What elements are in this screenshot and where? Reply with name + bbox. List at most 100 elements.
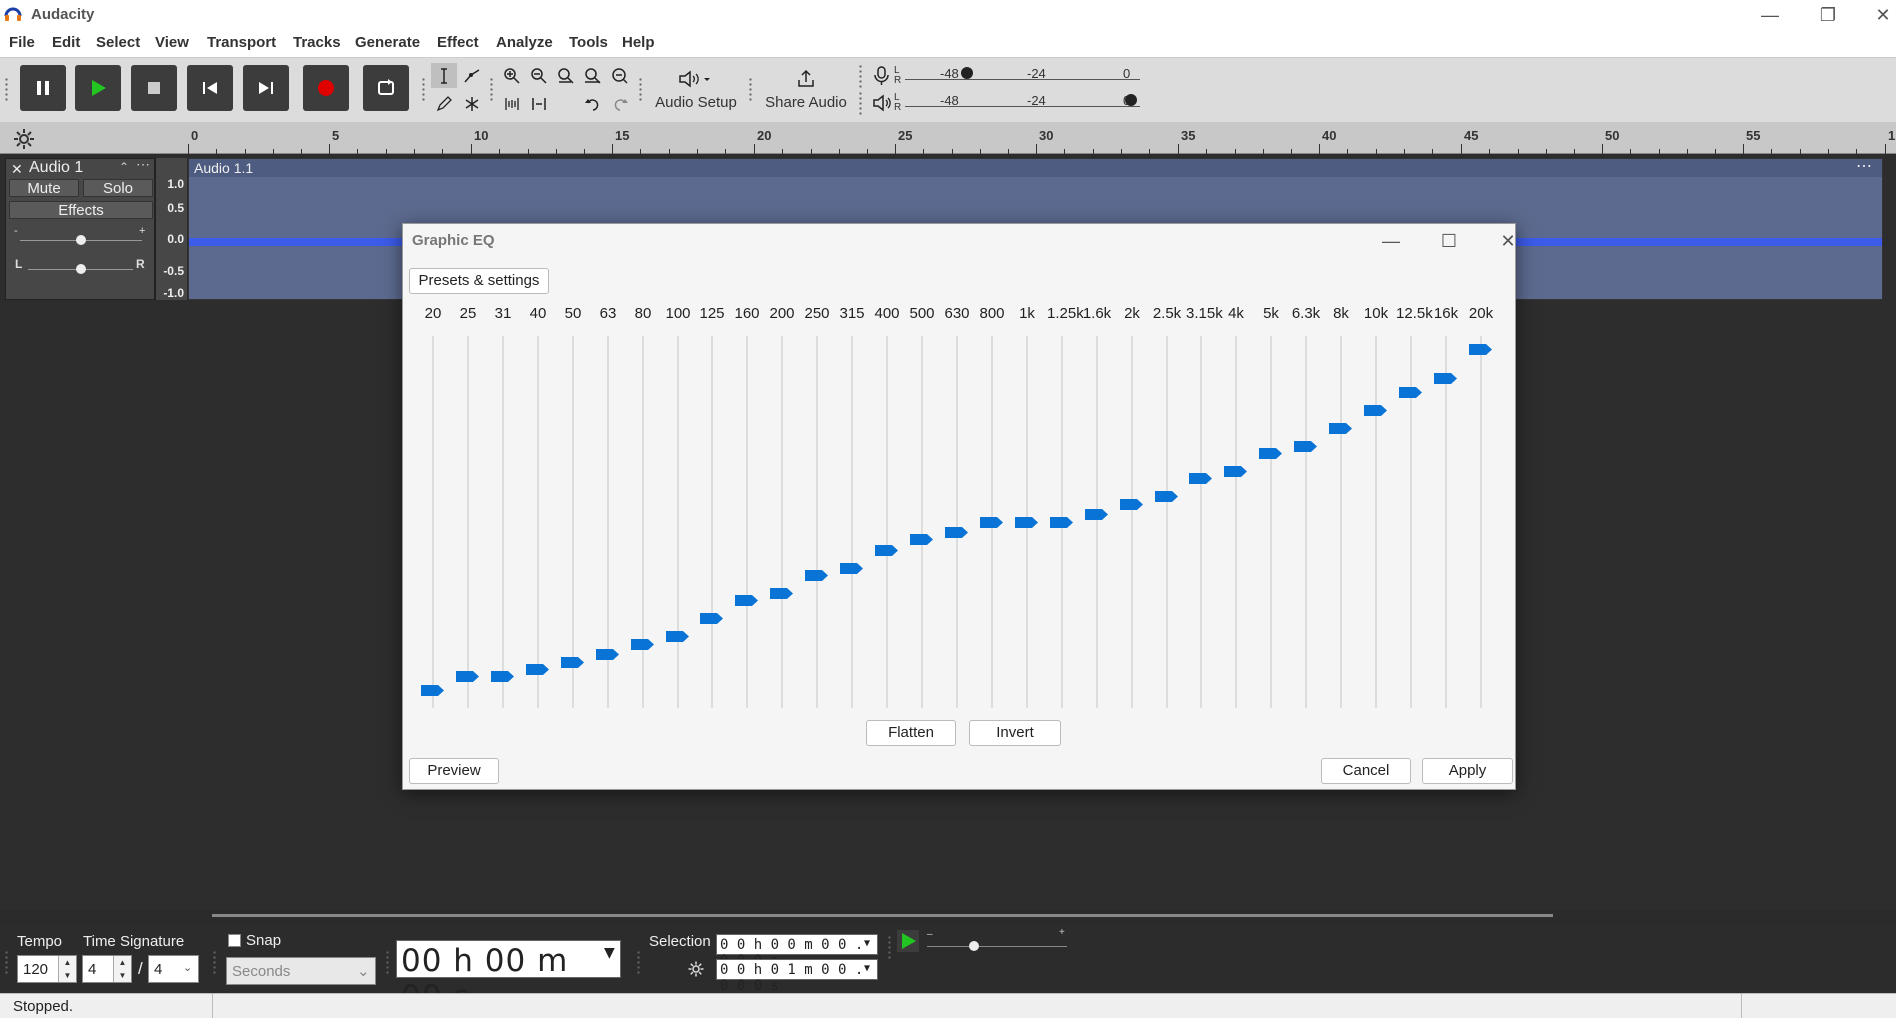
eq-band-slider-thumb[interactable] xyxy=(805,569,829,582)
share-grip[interactable] xyxy=(748,77,753,103)
flatten-button[interactable]: Flatten xyxy=(866,720,956,746)
eq-band-slider-thumb[interactable] xyxy=(596,648,620,661)
dialog-close-icon[interactable]: ✕ xyxy=(1488,227,1528,255)
menu-edit[interactable]: Edit xyxy=(52,34,80,51)
envelope-tool[interactable] xyxy=(459,63,485,88)
eq-band-slider-thumb[interactable] xyxy=(875,544,899,557)
eq-band-slider-thumb[interactable] xyxy=(770,587,794,600)
toolbar-grip[interactable] xyxy=(4,77,9,103)
time-display[interactable]: 00 h 00 m 00 s ▼ xyxy=(396,940,621,1015)
zoom-in-button[interactable] xyxy=(499,63,525,88)
skip-to-end-button[interactable] xyxy=(243,65,289,111)
timeline-settings-gear-icon[interactable] xyxy=(12,127,36,151)
eq-band-slider-thumb[interactable] xyxy=(1015,516,1039,529)
play-button[interactable] xyxy=(75,65,121,111)
dialog-maximize-icon[interactable]: ☐ xyxy=(1429,227,1469,255)
record-volume-knob[interactable] xyxy=(961,67,973,79)
selection-tool[interactable] xyxy=(431,63,457,88)
time-signature-denominator[interactable]: 4 ⌄ xyxy=(148,955,199,983)
record-level-meter[interactable]: -48 -24 0 xyxy=(905,62,1140,84)
multi-tool[interactable] xyxy=(459,91,485,116)
menu-generate[interactable]: Generate xyxy=(355,34,420,51)
menu-transport[interactable]: Transport xyxy=(207,34,276,51)
eq-band-slider-thumb[interactable] xyxy=(700,612,724,625)
clip-menu-icon[interactable]: ⋯ xyxy=(1856,156,1872,176)
loop-button[interactable] xyxy=(363,65,409,111)
cancel-button[interactable]: Cancel xyxy=(1321,758,1411,784)
invert-button[interactable]: Invert xyxy=(969,720,1061,746)
stop-button[interactable] xyxy=(131,65,177,111)
mute-button[interactable]: Mute xyxy=(9,179,79,197)
dialog-minimize-icon[interactable]: — xyxy=(1371,227,1411,255)
time-format-dropdown-icon[interactable]: ▼ xyxy=(604,945,616,961)
eq-band-slider-thumb[interactable] xyxy=(1224,465,1248,478)
tools-grip[interactable] xyxy=(421,77,426,103)
eq-band-slider-thumb[interactable] xyxy=(1434,372,1458,385)
gain-slider[interactable] xyxy=(76,235,86,245)
selection-start-time[interactable]: 0 0 h 0 0 m 0 0 . 0 0 0 s ▼ xyxy=(716,934,878,969)
eq-band-slider-thumb[interactable] xyxy=(910,533,934,546)
time-signature-numerator[interactable]: 4 ▲ ▼ xyxy=(82,955,132,983)
selection-grip[interactable] xyxy=(636,950,641,976)
selection-end-time[interactable]: 0 0 h 0 1 m 0 0 . 0 0 0 s ▼ xyxy=(716,959,878,994)
tempo-grip[interactable] xyxy=(4,950,9,976)
eq-band-slider-thumb[interactable] xyxy=(1050,516,1074,529)
eq-band-slider-thumb[interactable] xyxy=(456,670,480,683)
eq-band-slider-thumb[interactable] xyxy=(1085,508,1109,521)
menu-file[interactable]: File xyxy=(9,34,35,51)
eq-band-slider-thumb[interactable] xyxy=(840,562,864,575)
eq-band-slider-thumb[interactable] xyxy=(1120,498,1144,511)
snap-grip[interactable] xyxy=(212,950,217,976)
time-grip[interactable] xyxy=(385,950,390,976)
eq-band-slider-thumb[interactable] xyxy=(1399,386,1423,399)
selection-settings-gear-icon[interactable] xyxy=(687,960,705,978)
snap-checkbox[interactable] xyxy=(228,934,241,947)
restore-icon[interactable]: ❐ xyxy=(1803,2,1853,28)
menu-tracks[interactable]: Tracks xyxy=(293,34,341,51)
audio-setup-button[interactable]: Audio Setup xyxy=(650,65,742,113)
menu-select[interactable]: Select xyxy=(96,34,140,51)
record-button[interactable] xyxy=(303,65,349,111)
trim-button[interactable] xyxy=(499,91,525,116)
audio-setup-grip[interactable] xyxy=(638,77,643,103)
effects-button[interactable]: Effects xyxy=(9,201,153,219)
menu-analyze[interactable]: Analyze xyxy=(496,34,553,51)
preview-button[interactable]: Preview xyxy=(409,758,499,784)
snap-unit-select[interactable]: Seconds ⌄ xyxy=(226,957,376,985)
collapse-icon[interactable]: ⌃ xyxy=(119,160,129,174)
horizontal-scrollbar[interactable] xyxy=(212,914,1553,917)
eq-band-slider-thumb[interactable] xyxy=(666,630,690,643)
timeline-ruler[interactable]: 0 5 10 15 20 25 30 35 40 45 50 55 1:00 xyxy=(0,122,1896,154)
eq-band-slider-thumb[interactable] xyxy=(980,516,1004,529)
minimize-icon[interactable]: — xyxy=(1745,2,1795,28)
eq-band-slider-thumb[interactable] xyxy=(561,656,585,669)
eq-band-slider-thumb[interactable] xyxy=(1189,472,1213,485)
tempo-stepper-icon[interactable]: ▲ ▼ xyxy=(58,956,76,982)
play-at-speed-grip[interactable] xyxy=(887,935,892,961)
pause-button[interactable] xyxy=(20,65,66,111)
menu-effect[interactable]: Effect xyxy=(437,34,479,51)
menu-view[interactable]: View xyxy=(155,34,189,51)
zoom-toggle-button[interactable] xyxy=(607,63,633,88)
record-meter-grip[interactable] xyxy=(858,64,863,90)
track-close-icon[interactable]: ✕ xyxy=(11,161,23,178)
clip-header[interactable]: Audio 1.1 ⋯ xyxy=(189,156,1882,177)
playback-volume-knob[interactable] xyxy=(1125,94,1137,106)
presets-settings-button[interactable]: Presets & settings xyxy=(409,268,549,294)
apply-button[interactable]: Apply xyxy=(1422,758,1513,784)
silence-button[interactable] xyxy=(526,91,552,116)
playback-speed-slider[interactable] xyxy=(969,941,979,951)
eq-band-slider-thumb[interactable] xyxy=(735,594,759,607)
eq-band-slider-thumb[interactable] xyxy=(1364,404,1388,417)
close-icon[interactable]: ✕ xyxy=(1858,2,1896,28)
eq-band-slider-thumb[interactable] xyxy=(526,663,550,676)
time-sig-stepper-icon[interactable]: ▲ ▼ xyxy=(113,956,131,982)
redo-button[interactable] xyxy=(607,91,633,116)
play-meter-grip[interactable] xyxy=(858,91,863,117)
eq-band-slider-thumb[interactable] xyxy=(945,526,969,539)
draw-tool[interactable] xyxy=(431,91,457,116)
eq-band-slider-thumb[interactable] xyxy=(631,638,655,651)
eq-band-slider-thumb[interactable] xyxy=(491,670,515,683)
eq-band-slider-thumb[interactable] xyxy=(1259,447,1283,460)
menu-help[interactable]: Help xyxy=(622,34,655,51)
